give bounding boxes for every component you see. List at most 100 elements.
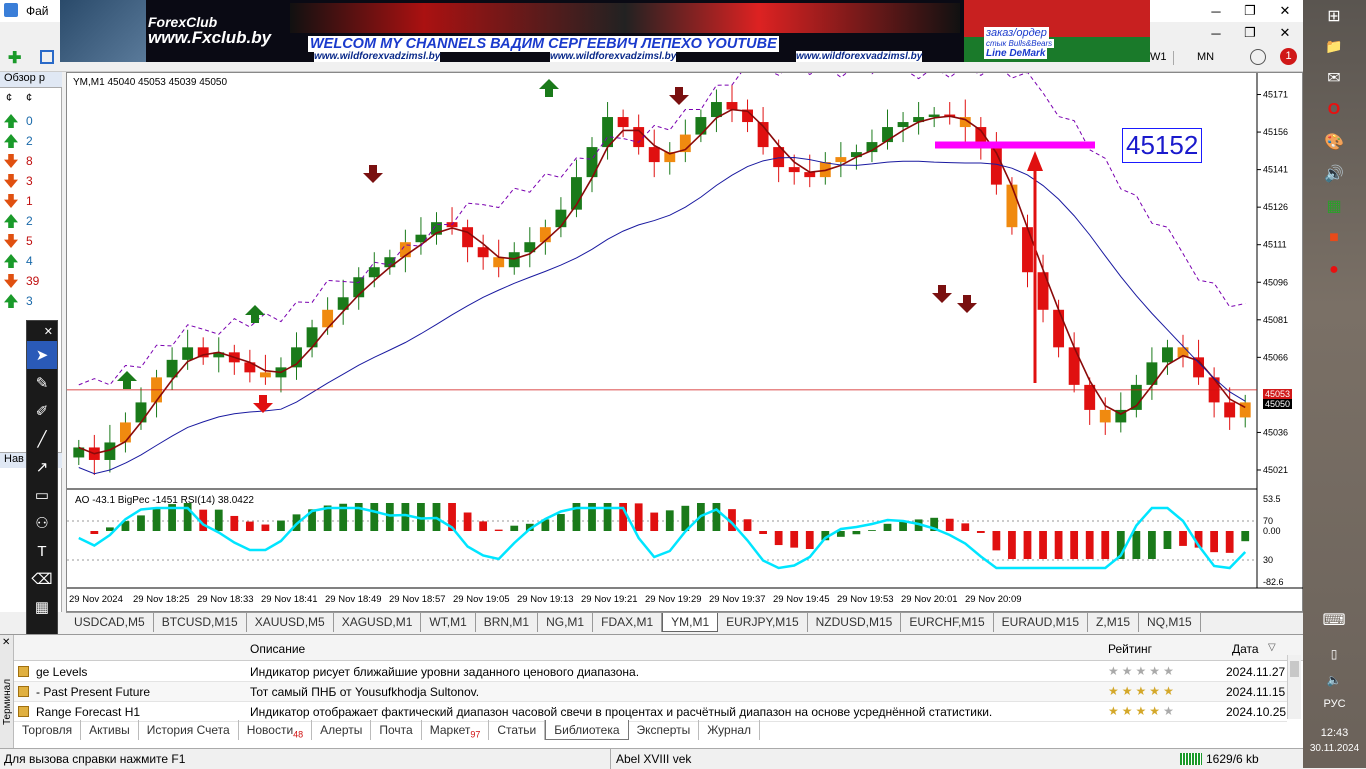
candle xyxy=(166,347,178,390)
terminal-close-icon[interactable]: ✕ xyxy=(2,637,10,648)
file-menu[interactable]: Фай xyxy=(26,4,49,18)
terminal-tab[interactable]: Библиотека xyxy=(545,720,629,740)
pencil-icon[interactable]: ✎ xyxy=(27,369,57,397)
symbol-tab[interactable]: YM,M1 xyxy=(662,613,719,632)
market-watch-row[interactable]: 2 xyxy=(4,132,58,150)
app-icon-orange[interactable]: ■ xyxy=(1319,224,1349,252)
mail-icon[interactable]: ✉ xyxy=(1319,64,1349,92)
market-watch-row[interactable]: 3 xyxy=(4,172,58,190)
library-row[interactable]: - Past Present Future Тот самый ПНБ от Yo… xyxy=(14,682,1287,702)
sort-icon[interactable]: ▽ xyxy=(1268,642,1276,653)
close-button[interactable]: ✕ xyxy=(1268,0,1302,22)
ray-icon[interactable]: ↗ xyxy=(27,453,57,481)
calculator-icon[interactable]: ▦ xyxy=(1319,192,1349,220)
library-row[interactable]: Range Forecast H1 Индикатор отображает фа… xyxy=(14,702,1287,722)
column-arrow-header: ¢ xyxy=(6,92,13,104)
symbol-tab[interactable]: XAUUSD,M5 xyxy=(247,613,334,632)
grid-icon[interactable]: ▦ xyxy=(27,593,57,621)
taskbar-time[interactable]: 12:43 xyxy=(1303,727,1366,739)
close-icon[interactable]: ✕ xyxy=(27,321,57,341)
price-chart[interactable]: 45171 45156 45141 45126 45111 45096 45081 45066… xyxy=(67,58,1304,613)
rectangle-icon[interactable]: ▭ xyxy=(27,481,57,509)
candle-body xyxy=(306,327,318,348)
chart-window[interactable]: 45171 45156 45141 45126 45111 45096 45081 45066… xyxy=(66,58,1304,613)
new-order-icon[interactable]: ✚ xyxy=(8,48,28,67)
network-icon[interactable]: ▯ xyxy=(1319,640,1349,668)
taskbar-date[interactable]: 30.11.2024 xyxy=(1303,743,1366,754)
candle xyxy=(679,119,691,163)
terminal-tab[interactable]: Журнал xyxy=(699,720,761,740)
price-tick-label: 45126 xyxy=(1263,202,1288,212)
terminal-tab[interactable]: Маркет97 xyxy=(422,720,490,740)
record-icon[interactable]: ● xyxy=(1319,256,1349,284)
minimize-button[interactable]: ─ xyxy=(1199,0,1233,22)
child-restore-button[interactable]: ❐ xyxy=(1233,22,1267,44)
profiles-icon[interactable] xyxy=(40,50,54,64)
terminal-tab[interactable]: Торговля xyxy=(14,720,82,740)
star-icon: ★ xyxy=(1108,704,1122,718)
candle xyxy=(1146,347,1158,400)
explorer-icon[interactable]: 📁 xyxy=(1319,32,1349,60)
symbol-tab[interactable]: EURJPY,M15 xyxy=(718,613,808,632)
symbol-tab[interactable]: Z,M15 xyxy=(1088,613,1140,632)
marker-icon[interactable]: ✐ xyxy=(27,397,57,425)
search-icon[interactable] xyxy=(1250,49,1266,65)
line-icon[interactable]: ╱ xyxy=(27,425,57,453)
taskbar-lang[interactable]: РУС xyxy=(1303,698,1366,710)
symbol-tab[interactable]: BTCUSD,M15 xyxy=(154,613,247,632)
child-minimize-button[interactable]: ─ xyxy=(1199,22,1233,44)
shapes-icon[interactable]: ⚇ xyxy=(27,509,57,537)
symbol-tab[interactable]: NG,M1 xyxy=(538,613,594,632)
market-watch-row[interactable]: 4 xyxy=(4,252,58,270)
symbol-tab[interactable]: FDAX,M1 xyxy=(593,613,663,632)
start-icon[interactable]: ⊞ xyxy=(1319,2,1349,30)
period-w1[interactable]: W1 xyxy=(1150,51,1167,63)
restore-button[interactable]: ❐ xyxy=(1233,0,1267,22)
terminal-tab-label: Алерты xyxy=(320,723,363,737)
symbol-tab[interactable]: EURCHF,M15 xyxy=(901,613,994,632)
star-icon: ★ xyxy=(1108,664,1122,678)
market-watch-row[interactable]: 3 xyxy=(4,292,58,310)
terminal-tab[interactable]: История Счета xyxy=(139,720,239,740)
keyboard-icon[interactable]: ⌨ xyxy=(1319,606,1349,634)
market-watch-row[interactable]: 39 xyxy=(4,272,58,290)
speaker-icon[interactable]: 🔊 xyxy=(1319,160,1349,188)
mt4-window: Фай ─ ❐ ✕ ─ ❐ ✕ ✚ W1 MN 1 ForexClub www.… xyxy=(0,0,1304,769)
symbol-tab[interactable]: WT,M1 xyxy=(421,613,476,632)
text-icon[interactable]: T xyxy=(27,537,57,565)
notification-badge[interactable]: 1 xyxy=(1280,48,1297,65)
terminal-tab[interactable]: Почта xyxy=(371,720,422,740)
terminal-scrollbar[interactable] xyxy=(1287,655,1301,719)
symbol-tab[interactable]: NQ,M15 xyxy=(1139,613,1201,632)
terminal-tab[interactable]: Новости48 xyxy=(239,720,313,740)
market-watch-row[interactable]: 5 xyxy=(4,232,58,250)
arrow-down-icon xyxy=(4,154,18,168)
symbol-tab[interactable]: USDCAD,M5 xyxy=(66,613,154,632)
market-watch-row[interactable]: 0 xyxy=(4,112,58,130)
market-watch-row[interactable]: 2 xyxy=(4,212,58,230)
symbol-tab[interactable]: EURAUD,M15 xyxy=(994,613,1089,632)
symbol-tab[interactable]: NZDUSD,M15 xyxy=(808,613,902,632)
library-row[interactable]: ge Levels Индикатор рисует ближайшие уров… xyxy=(14,662,1287,682)
opera-icon[interactable]: O xyxy=(1319,96,1349,124)
time-tick-label: 29 Nov 18:33 xyxy=(197,594,254,605)
child-close-button[interactable]: ✕ xyxy=(1268,22,1302,44)
symbol-tab[interactable]: XAGUSD,M1 xyxy=(334,613,422,632)
terminal-tab[interactable]: Алерты xyxy=(312,720,372,740)
paint-icon[interactable]: 🎨 xyxy=(1319,128,1349,156)
time-tick-label: 29 Nov 19:21 xyxy=(581,594,638,605)
cursor-icon[interactable]: ➤ xyxy=(27,341,57,369)
col-description[interactable]: Описание xyxy=(250,642,305,656)
period-mn[interactable]: MN xyxy=(1197,51,1214,63)
market-watch-row[interactable]: 8 xyxy=(4,152,58,170)
eraser-icon[interactable]: ⌫ xyxy=(27,565,57,593)
col-rating[interactable]: Рейтинг xyxy=(1108,642,1152,656)
symbol-tab[interactable]: BRN,M1 xyxy=(476,613,539,632)
market-watch-row[interactable]: 1 xyxy=(4,192,58,210)
banner-photo xyxy=(60,0,146,62)
volume-icon[interactable]: 🔈 xyxy=(1319,666,1349,694)
terminal-tab[interactable]: Статьи xyxy=(489,720,546,740)
terminal-tab[interactable]: Эксперты xyxy=(629,720,700,740)
terminal-tab[interactable]: Активы xyxy=(81,720,139,740)
col-date[interactable]: Дата xyxy=(1232,642,1259,656)
